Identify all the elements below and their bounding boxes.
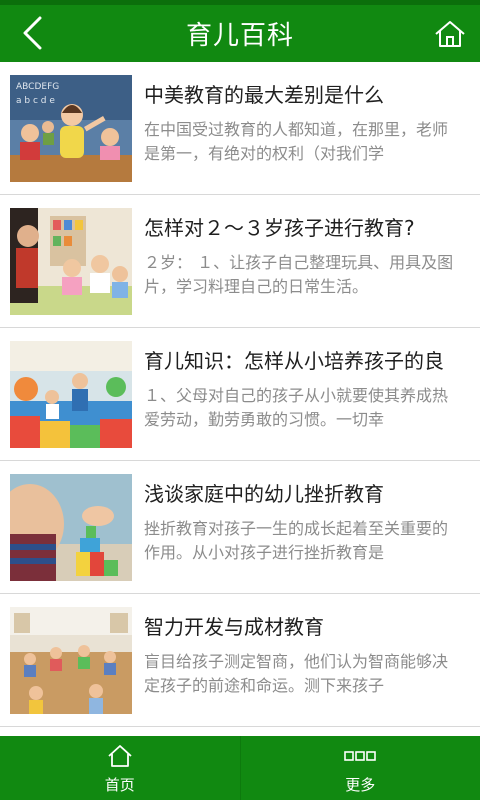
classroom-photo: ABCDEFG a b c d e (10, 75, 132, 182)
back-button[interactable] (12, 13, 52, 53)
home-icon (435, 21, 465, 47)
article-summary: 挫折教育对孩子一生的成长起着至关重要的作用。从小对孩子进行挫折教育是 (144, 519, 449, 562)
article-item[interactable]: ABCDEFG a b c d e 中美教育的最大差别是什么 在中国受过教育的人… (0, 62, 480, 195)
article-summary: ２岁： １、让孩子自己整理玩具、用具及图片，学习料理自己的日常生活。 (144, 253, 454, 296)
page-title: 育儿百科 (185, 21, 294, 51)
article-title: 育儿知识：怎样从小培养孩子的良 (144, 349, 444, 373)
tab-more-label: 更多 (345, 775, 376, 794)
article-title: 浅谈家庭中的幼儿挫折教育 (144, 482, 384, 506)
article-title: 怎样对２～３岁孩子进行教育? (144, 216, 415, 240)
svg-text:ABCDEFG: ABCDEFG (16, 82, 59, 92)
tab-home-label: 首页 (104, 775, 135, 794)
article-item[interactable]: 智力开发与成材教育 盲目给孩子测定智商，他们认为智商能够决定孩子的前途和命运。测… (0, 594, 480, 727)
bottom-tab-bar: 首页 更多 (0, 736, 480, 800)
article-title: 中美教育的最大差别是什么 (144, 83, 384, 107)
article-summary: 在中国受过教育的人都知道，在那里，老师是第一，有绝对的权利（对我们学 (144, 120, 449, 163)
tab-more[interactable]: 更多 (239, 736, 480, 800)
back-arrow-icon (23, 16, 42, 50)
building-blocks-photo (10, 474, 132, 581)
article-summary: 盲目给孩子测定智商，他们认为智商能够决定孩子的前途和命运。测下来孩子 (144, 652, 449, 695)
home-button[interactable] (430, 14, 470, 54)
article-item[interactable]: 浅谈家庭中的幼儿挫折教育 挫折教育对孩子一生的成长起着至关重要的作用。从小对孩子… (0, 461, 480, 594)
app-header: 育儿百科 (0, 5, 480, 62)
article-item[interactable]: 育儿知识：怎样从小培养孩子的良 １、父母对自己的孩子从小就要使其养成热爱劳动，勤… (0, 328, 480, 461)
playroom-photo (10, 341, 132, 448)
svg-text:a b c d e: a b c d e (16, 96, 55, 106)
article-title: 智力开发与成材教育 (144, 615, 324, 639)
kindergarten-photo (10, 607, 132, 714)
more-dots-icon (344, 750, 377, 761)
home-icon (108, 744, 132, 767)
kids-playing-photo (10, 208, 132, 315)
tab-home[interactable]: 首页 (0, 736, 240, 800)
article-list: ABCDEFG a b c d e 中美教育的最大差别是什么 在中国受过教育的人… (0, 62, 480, 736)
article-summary: １、父母对自己的孩子从小就要使其养成热爱劳动，勤劳勇敢的习惯。一切幸 (144, 386, 449, 429)
article-item[interactable]: 怎样对２～３岁孩子进行教育? ２岁： １、让孩子自己整理玩具、用具及图片，学习料… (0, 195, 480, 328)
